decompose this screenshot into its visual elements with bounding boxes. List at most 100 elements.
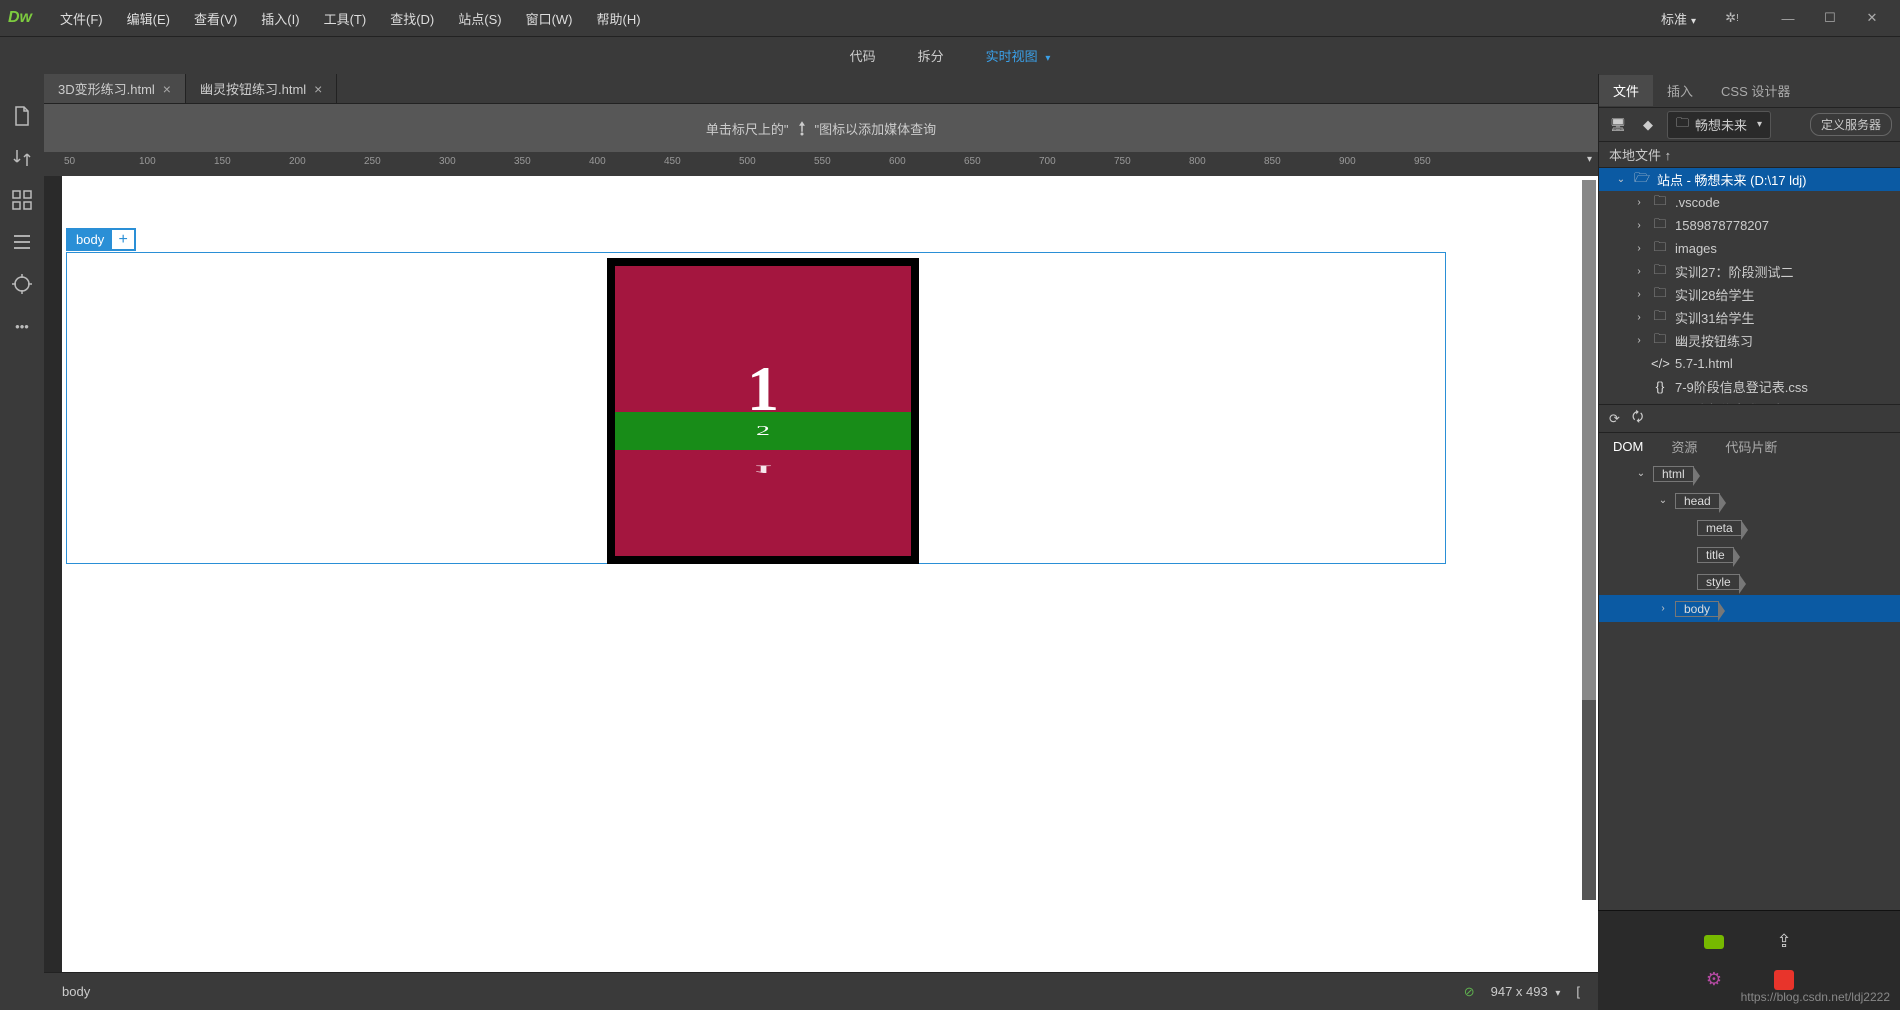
body-outline: 1 2 1: [66, 252, 1446, 564]
folder-icon: 🗀: [1651, 307, 1669, 329]
add-marker-icon: [793, 119, 811, 137]
diamond-icon[interactable]: ◆: [1637, 114, 1659, 136]
menu-help[interactable]: 帮助(H): [585, 5, 653, 32]
panel-tab-css[interactable]: CSS 设计器: [1707, 75, 1804, 106]
site-selector[interactable]: 🗀 畅想未来 ▾: [1667, 111, 1771, 139]
file-tree-row[interactable]: ›🗀1589878778207: [1599, 214, 1900, 237]
plus-icon[interactable]: +: [112, 230, 134, 249]
menu-file[interactable]: 文件(F): [48, 5, 115, 32]
menu-window[interactable]: 窗口(W): [514, 5, 585, 32]
usb-icon[interactable]: ⇪: [1772, 930, 1796, 954]
menu-find[interactable]: 查找(D): [378, 5, 446, 32]
folder-icon: 🗀: [1651, 238, 1669, 260]
file-tree-row[interactable]: ›🗀实训27：阶段测试二: [1599, 260, 1900, 283]
ruler-tick: 650: [964, 156, 981, 167]
caret-icon[interactable]: ⌄: [1615, 174, 1627, 185]
maximize-button[interactable]: ☐: [1810, 6, 1850, 30]
dom-tree-row[interactable]: meta: [1599, 514, 1900, 541]
cc-icon[interactable]: [1772, 968, 1796, 992]
more-icon[interactable]: •••: [10, 314, 34, 338]
file-tree-row[interactable]: ›🗀images: [1599, 237, 1900, 260]
gear-icon[interactable]: ✲!: [1720, 6, 1744, 30]
tree-label: .vscode: [1675, 195, 1720, 210]
menu-tools[interactable]: 工具(T): [312, 5, 379, 32]
file-tree-row[interactable]: {}7-9阶段信息登记表.css: [1599, 375, 1900, 398]
caret-icon[interactable]: ›: [1633, 243, 1645, 254]
caret-icon[interactable]: ⌄: [1657, 495, 1669, 506]
element-chip[interactable]: body +: [66, 228, 136, 251]
dom-tree-row[interactable]: ⌄html: [1599, 460, 1900, 487]
dom-tag: title: [1697, 547, 1734, 563]
caret-icon[interactable]: ›: [1633, 197, 1645, 208]
caret-icon[interactable]: ›: [1633, 289, 1645, 300]
dom-tab[interactable]: DOM: [1599, 435, 1657, 458]
define-server-button[interactable]: 定义服务器: [1810, 113, 1892, 136]
bracket-icon[interactable]: [: [1576, 984, 1580, 999]
nvidia-icon[interactable]: [1702, 930, 1726, 954]
menu-edit[interactable]: 编辑(E): [115, 5, 182, 32]
scrollbar-thumb[interactable]: [1582, 180, 1596, 700]
panel-tab-insert[interactable]: 插入: [1653, 75, 1707, 106]
menu-insert[interactable]: 插入(I): [249, 5, 311, 32]
viewmode-bar: 代码 拆分 实时视图 ▾: [0, 36, 1900, 74]
caret-icon[interactable]: ⌄: [1635, 468, 1647, 479]
dom-tree-row[interactable]: title: [1599, 541, 1900, 568]
ruler-marker-icon[interactable]: ▾: [1587, 154, 1592, 165]
viewmode-split[interactable]: 拆分: [912, 42, 950, 69]
dom-path[interactable]: body: [62, 984, 90, 999]
file-icon[interactable]: [10, 104, 34, 128]
canvas-size[interactable]: 947 x 493 ▾: [1491, 984, 1561, 999]
ruler-tick: 850: [1264, 156, 1281, 167]
viewmode-live[interactable]: 实时视图 ▾: [980, 42, 1057, 69]
target-icon[interactable]: [10, 272, 34, 296]
dom-tree-row[interactable]: ⌄head: [1599, 487, 1900, 514]
close-button[interactable]: ✕: [1852, 6, 1892, 30]
caret-icon[interactable]: ›: [1633, 312, 1645, 323]
tree-label: 实训31给学生: [1675, 308, 1754, 327]
file-tree-row[interactable]: ›🗀实训28给学生: [1599, 283, 1900, 306]
file-tree-row[interactable]: ⌄🗁站点 - 畅想未来 (D:\17 ldj): [1599, 168, 1900, 191]
dom-tree-row[interactable]: style: [1599, 568, 1900, 595]
file-tree: ⌄🗁站点 - 畅想未来 (D:\17 ldj)›🗀.vscode›🗀158987…: [1599, 168, 1900, 404]
viewmode-code[interactable]: 代码: [844, 42, 882, 69]
check-icon[interactable]: ⊘: [1464, 984, 1475, 1000]
caret-icon[interactable]: ›: [1633, 335, 1645, 346]
tree-label: 7-9阶段信息登记表.css: [1675, 377, 1808, 396]
file-tree-row[interactable]: </>5.7-1.html: [1599, 352, 1900, 375]
doc-tab-1[interactable]: 3D变形练习.html×: [44, 74, 186, 103]
monitor-icon[interactable]: 🖥: [1607, 114, 1629, 136]
folder-icon: 🗀: [1651, 330, 1669, 352]
local-files-header[interactable]: 本地文件 ↑: [1599, 142, 1900, 168]
horizontal-ruler[interactable]: 5010015020025030035040045050055060065070…: [44, 152, 1598, 176]
close-icon[interactable]: ×: [163, 81, 171, 97]
menu-view[interactable]: 查看(V): [182, 5, 249, 32]
snippets-tab[interactable]: 代码片断: [1711, 433, 1791, 460]
transfer-icon[interactable]: [10, 146, 34, 170]
refresh-icon[interactable]: ⟳: [1609, 411, 1620, 427]
caret-icon[interactable]: ›: [1633, 220, 1645, 231]
doc-tab-2[interactable]: 幽灵按钮练习.html×: [186, 74, 337, 103]
menu-site[interactable]: 站点(S): [446, 5, 513, 32]
close-icon[interactable]: ×: [314, 81, 322, 97]
minimize-button[interactable]: —: [1768, 6, 1808, 30]
vertical-scrollbar[interactable]: [1582, 180, 1596, 900]
list-icon[interactable]: [10, 230, 34, 254]
file-tree-row[interactable]: › 🗀 实训31给学生: [1599, 306, 1900, 329]
grid-icon[interactable]: [10, 188, 34, 212]
element-chip-label: body: [68, 230, 112, 249]
design-canvas[interactable]: body + 1 2 1: [62, 176, 1598, 972]
caret-icon[interactable]: ›: [1657, 603, 1669, 614]
panel-tab-files[interactable]: 文件: [1599, 75, 1653, 106]
workspace-switcher[interactable]: 标准▾: [1649, 5, 1708, 32]
dom-tree-row[interactable]: ›body: [1599, 595, 1900, 622]
chevron-down-icon: ▾: [1045, 53, 1050, 64]
assets-tab[interactable]: 资源: [1657, 433, 1711, 460]
file-tree-row[interactable]: ›🗀幽灵按钮练习: [1599, 329, 1900, 352]
ruler-tick: 600: [889, 156, 906, 167]
box-number-mirror: 1: [615, 462, 911, 476]
sync-icon[interactable]: 🗘: [1632, 408, 1644, 430]
bug-icon[interactable]: ⚙: [1702, 968, 1726, 992]
caret-icon[interactable]: ›: [1633, 266, 1645, 277]
file-tree-row[interactable]: ›🗀.vscode: [1599, 191, 1900, 214]
dom-tree: ⌄html⌄headmeta title style›body: [1599, 460, 1900, 980]
